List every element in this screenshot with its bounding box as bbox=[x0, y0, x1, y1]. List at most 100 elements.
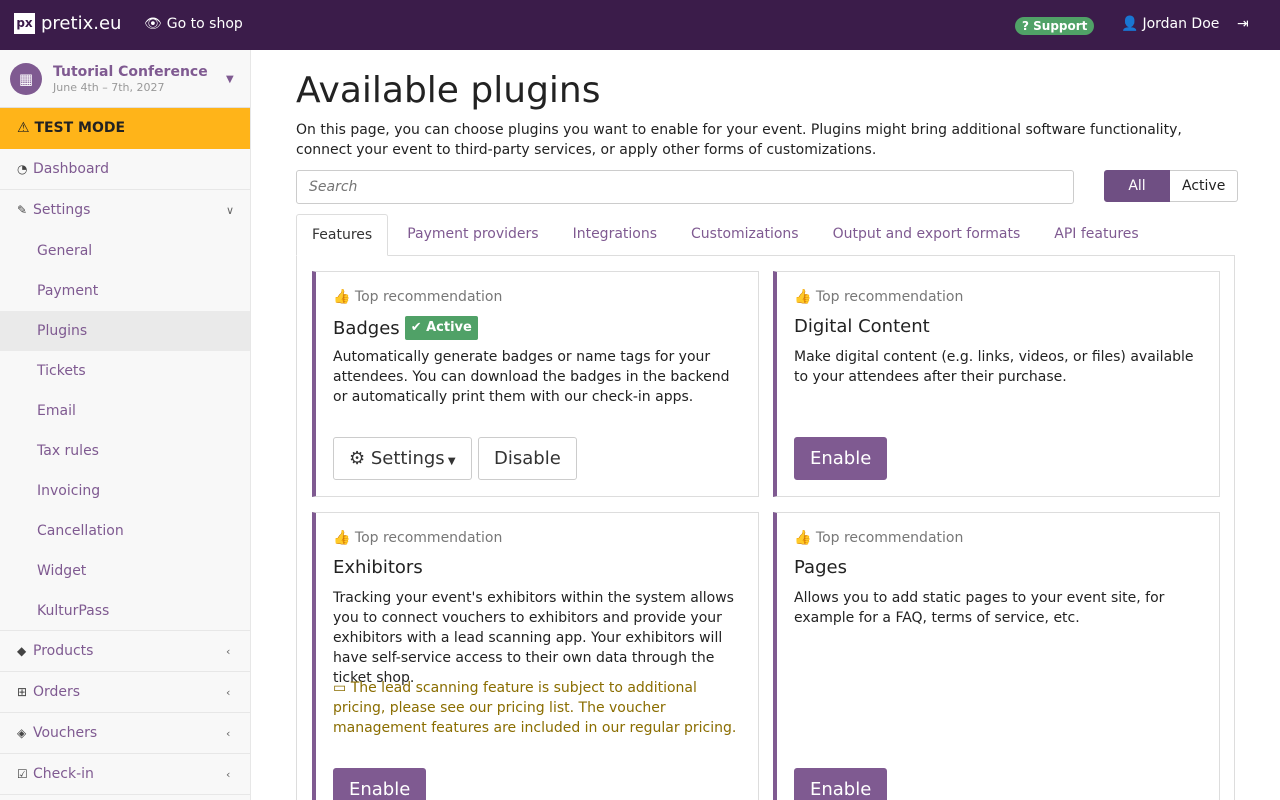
sidebar-sub-cancellation[interactable]: Cancellation bbox=[0, 511, 250, 551]
rec-label: Top recommendation bbox=[354, 289, 503, 305]
rec-label: Top recommendation bbox=[815, 289, 964, 305]
caret-down-icon: ▼ bbox=[226, 74, 234, 85]
wrench-icon: ✎ bbox=[17, 203, 28, 217]
sidebar-item-orders[interactable]: ⊞ Orders ‹ bbox=[0, 672, 250, 713]
settings-dropdown-button[interactable]: ⚙ Settings ▼ bbox=[333, 437, 472, 480]
settings-label: Settings bbox=[370, 448, 445, 469]
plugin-card-pages: 👍 Top recommendation Pages Allows you to… bbox=[773, 512, 1220, 800]
plugin-description: Tracking your event's exhibitors within … bbox=[333, 590, 734, 686]
event-switcher[interactable]: ▦ Tutorial Conference June 4th – 7th, 20… bbox=[0, 50, 250, 108]
tab-customizations[interactable]: Customizations bbox=[676, 214, 814, 255]
sidebar-sub-plugins[interactable]: Plugins bbox=[0, 311, 250, 351]
sidebar-sub-email[interactable]: Email bbox=[0, 391, 250, 431]
support-badge[interactable]: ? Support bbox=[1015, 17, 1095, 35]
sidebar-item-vouchers[interactable]: ◈ Vouchers ‹ bbox=[0, 713, 250, 754]
user-icon: 👤 bbox=[1121, 16, 1139, 32]
tab-output-export[interactable]: Output and export formats bbox=[818, 214, 1036, 255]
sidebar-item-label: Check-in bbox=[33, 766, 94, 782]
sidebar-sub-invoicing[interactable]: Invoicing bbox=[0, 471, 250, 511]
filter-active-button[interactable]: Active bbox=[1170, 170, 1239, 202]
sidebar-item-checkin[interactable]: ☑ Check-in ‹ bbox=[0, 754, 250, 795]
chevron-left-icon: ‹ bbox=[226, 645, 231, 658]
plugin-title: Exhibitors bbox=[333, 557, 423, 578]
sidebar-sub-tickets[interactable]: Tickets bbox=[0, 351, 250, 391]
cart-icon: ⊞ bbox=[17, 685, 28, 699]
tag-icon: ◆ bbox=[17, 644, 27, 658]
top-navbar: px pretix.eu 👁 Go to shop ? Support 👤 Jo… bbox=[0, 0, 1280, 50]
sidebar-item-label: Vouchers bbox=[33, 725, 98, 741]
chevron-left-icon: ‹ bbox=[226, 768, 231, 781]
filter-all-button[interactable]: All bbox=[1104, 170, 1170, 202]
chevron-down-icon: ∨ bbox=[226, 204, 235, 217]
rec-label: Top recommendation bbox=[815, 530, 964, 546]
pretix-logo[interactable]: px pretix.eu bbox=[14, 13, 121, 34]
sidebar-item-label: Settings bbox=[33, 202, 91, 218]
check-square-icon: ☑ bbox=[17, 767, 28, 781]
dashboard-icon: ◔ bbox=[17, 162, 28, 176]
plugin-title: Digital Content bbox=[794, 316, 930, 337]
sidebar-item-label: Dashboard bbox=[33, 161, 109, 177]
sidebar-sub-payment[interactable]: Payment bbox=[0, 271, 250, 311]
chevron-left-icon: ‹ bbox=[226, 686, 231, 699]
top-recommendation: 👍 Top recommendation bbox=[794, 530, 963, 546]
logo-mark: px bbox=[14, 13, 35, 34]
logo-text: pretix.eu bbox=[41, 13, 122, 34]
plugin-description: Automatically generate badges or name ta… bbox=[333, 349, 730, 405]
plugin-description: Make digital content (e.g. links, videos… bbox=[794, 349, 1194, 385]
plugin-tabs: Features Payment providers Integrations … bbox=[296, 214, 1235, 256]
plugin-card-digital-content: 👍 Top recommendation Digital Content Mak… bbox=[773, 271, 1220, 497]
plugin-card-exhibitors: 👍 Top recommendation Exhibitors Tracking… bbox=[312, 512, 759, 800]
sidebar-sub-kulturpass[interactable]: KulturPass bbox=[0, 591, 250, 631]
calendar-icon: ▦ bbox=[10, 63, 42, 95]
disable-button[interactable]: Disable bbox=[478, 437, 577, 480]
page-intro: On this page, you can choose plugins you… bbox=[296, 122, 1182, 158]
caret-down-icon: ▼ bbox=[444, 456, 456, 467]
test-mode-label: TEST MODE bbox=[34, 120, 126, 136]
sidebar: ▦ Tutorial Conference June 4th – 7th, 20… bbox=[0, 50, 251, 800]
sidebar-sub-general[interactable]: General bbox=[0, 231, 250, 271]
top-recommendation: 👍 Top recommendation bbox=[333, 530, 502, 546]
thumbs-up-icon: 👍 bbox=[333, 530, 355, 546]
page-title: Available plugins bbox=[296, 70, 601, 111]
check-icon: ✔ bbox=[410, 320, 427, 335]
user-menu[interactable]: 👤 Jordan Doe bbox=[1121, 16, 1219, 32]
top-recommendation: 👍 Top recommendation bbox=[794, 289, 963, 305]
active-badge: ✔ Active bbox=[404, 316, 478, 340]
go-to-shop-label: Go to shop bbox=[166, 16, 243, 32]
enable-button[interactable]: Enable bbox=[794, 437, 888, 480]
tab-features[interactable]: Features bbox=[296, 214, 389, 256]
plugins-panel: 👍 Top recommendation Badges ✔ Active Auto… bbox=[296, 256, 1235, 800]
sidebar-item-dashboard[interactable]: ◔ Dashboard bbox=[0, 149, 250, 190]
plugin-title: Pages bbox=[794, 557, 847, 578]
rec-label: Top recommendation bbox=[354, 530, 503, 546]
user-name: Jordan Doe bbox=[1142, 16, 1220, 32]
plugin-description: Allows you to add static pages to your e… bbox=[794, 590, 1165, 626]
event-dates: June 4th – 7th, 2027 bbox=[53, 81, 165, 94]
logout-icon[interactable]: ⇥ bbox=[1237, 16, 1249, 32]
sidebar-sub-tax-rules[interactable]: Tax rules bbox=[0, 431, 250, 471]
tab-api-features[interactable]: API features bbox=[1039, 214, 1153, 255]
active-badge-label: Active bbox=[426, 320, 472, 335]
main-content: Available plugins On this page, you can … bbox=[296, 50, 1239, 800]
support-label: Support bbox=[1033, 19, 1088, 33]
pricing-note: ▭ The lead scanning feature is subject t… bbox=[333, 678, 743, 738]
chevron-left-icon: ‹ bbox=[226, 727, 231, 740]
search-input[interactable] bbox=[296, 170, 1074, 204]
warning-icon: ⚠ bbox=[17, 120, 35, 136]
tab-integrations[interactable]: Integrations bbox=[558, 214, 672, 255]
plugin-title: Badges bbox=[333, 317, 400, 339]
test-mode-banner[interactable]: ⚠ TEST MODE bbox=[0, 108, 250, 149]
sidebar-sub-widget[interactable]: Widget bbox=[0, 551, 250, 591]
enable-button[interactable]: Enable bbox=[794, 768, 888, 800]
enable-button[interactable]: Enable bbox=[333, 768, 427, 800]
tab-payment-providers[interactable]: Payment providers bbox=[392, 214, 553, 255]
thumbs-up-icon: 👍 bbox=[794, 289, 816, 305]
sidebar-item-label: Orders bbox=[33, 684, 81, 700]
filter-toggle: All Active bbox=[1104, 170, 1239, 202]
sidebar-item-products[interactable]: ◆ Products ‹ bbox=[0, 631, 250, 672]
sidebar-item-settings[interactable]: ✎ Settings ∨ bbox=[0, 190, 250, 231]
go-to-shop-link[interactable]: 👁 Go to shop bbox=[144, 16, 243, 32]
thumbs-up-icon: 👍 bbox=[333, 289, 355, 305]
thumbs-up-icon: 👍 bbox=[794, 530, 816, 546]
event-name: Tutorial Conference bbox=[53, 64, 208, 80]
